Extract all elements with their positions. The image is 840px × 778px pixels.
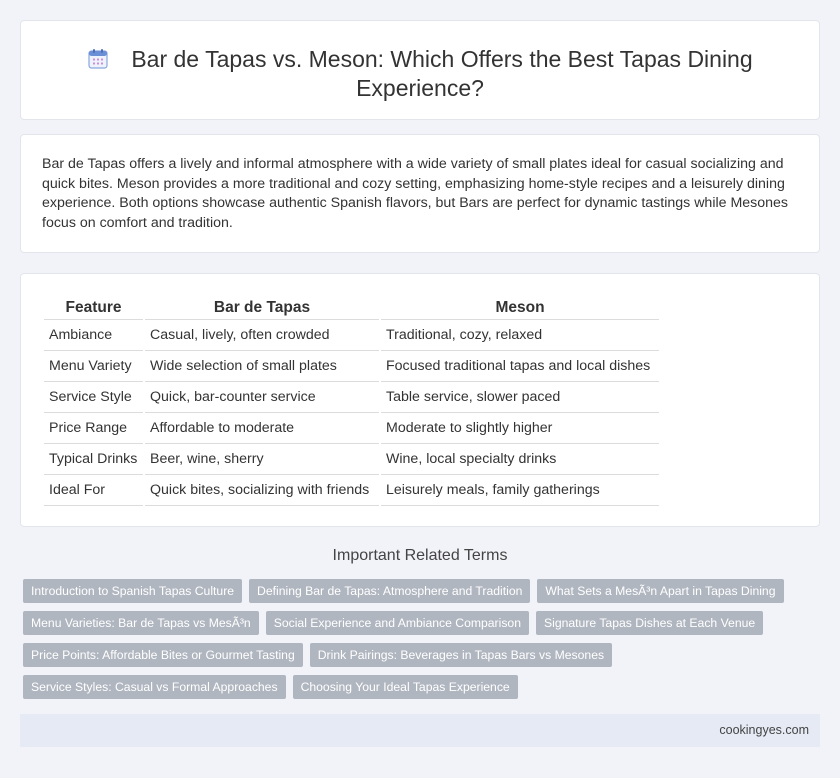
table-cell: Wine, local specialty drinks [381, 444, 659, 475]
related-term-tag[interactable]: Defining Bar de Tapas: Atmosphere and Tr… [249, 579, 531, 603]
table-cell: Table service, slower paced [381, 382, 659, 413]
intro-card: Bar de Tapas offers a lively and informa… [20, 134, 820, 253]
table-cell: Ideal For [44, 475, 143, 506]
table-header-bar-de-tapas: Bar de Tapas [145, 295, 379, 320]
table-cell: Casual, lively, often crowded [145, 320, 379, 351]
table-cell: Service Style [44, 382, 143, 413]
page-title-wrap: Bar de Tapas vs. Meson: Which Offers the… [61, 45, 779, 103]
related-term-tag[interactable]: Price Points: Affordable Bites or Gourme… [23, 643, 303, 667]
table-row: Menu Variety Wide selection of small pla… [44, 351, 659, 382]
table-cell: Beer, wine, sherry [145, 444, 379, 475]
related-terms-list: Introduction to Spanish Tapas Culture De… [23, 579, 813, 707]
tag-row: Menu Varieties: Bar de Tapas vs MesÃ³n S… [23, 611, 813, 635]
related-term-tag[interactable]: What Sets a MesÃ³n Apart in Tapas Dining [537, 579, 784, 603]
footer: cookingyes.com [20, 714, 820, 747]
related-term-tag[interactable]: Social Experience and Ambiance Compariso… [265, 611, 529, 635]
comparison-table: Feature Bar de Tapas Meson Ambiance Casu… [42, 295, 661, 506]
table-cell: Focused traditional tapas and local dish… [381, 351, 659, 382]
table-header-meson: Meson [381, 295, 659, 320]
table-cell: Ambiance [44, 320, 143, 351]
table-row: Ideal For Quick bites, socializing with … [44, 475, 659, 506]
related-terms-title: Important Related Terms [332, 547, 508, 564]
related-term-tag[interactable]: Drink Pairings: Beverages in Tapas Bars … [309, 643, 613, 667]
table-row: Ambiance Casual, lively, often crowded T… [44, 320, 659, 351]
related-term-tag[interactable]: Signature Tapas Dishes at Each Venue [535, 611, 764, 635]
table-cell: Traditional, cozy, relaxed [381, 320, 659, 351]
table-row: Typical Drinks Beer, wine, sherry Wine, … [44, 444, 659, 475]
table-cell: Leisurely meals, family gatherings [381, 475, 659, 506]
table-cell: Typical Drinks [44, 444, 143, 475]
related-term-tag[interactable]: Introduction to Spanish Tapas Culture [23, 579, 243, 603]
table-cell: Quick bites, socializing with friends [145, 475, 379, 506]
tag-row: Introduction to Spanish Tapas Culture De… [23, 579, 813, 603]
tag-row: Service Styles: Casual vs Formal Approac… [23, 675, 813, 699]
page-title: Bar de Tapas vs. Meson: Which Offers the… [131, 46, 753, 101]
related-term-tag[interactable]: Service Styles: Casual vs Formal Approac… [23, 675, 286, 699]
comparison-card: Feature Bar de Tapas Meson Ambiance Casu… [20, 273, 820, 527]
table-cell: Price Range [44, 413, 143, 444]
table-header-feature: Feature [44, 295, 143, 320]
table-cell: Affordable to moderate [145, 413, 379, 444]
calendar-icon [88, 49, 108, 69]
table-cell: Moderate to slightly higher [381, 413, 659, 444]
title-card: Bar de Tapas vs. Meson: Which Offers the… [20, 20, 820, 120]
related-term-tag[interactable]: Choosing Your Ideal Tapas Experience [292, 675, 518, 699]
table-row: Service Style Quick, bar-counter service… [44, 382, 659, 413]
footer-site-link[interactable]: cookingyes.com [719, 723, 809, 737]
table-header-row: Feature Bar de Tapas Meson [44, 295, 659, 320]
tag-row: Price Points: Affordable Bites or Gourme… [23, 643, 813, 667]
table-cell: Quick, bar-counter service [145, 382, 379, 413]
table-cell: Menu Variety [44, 351, 143, 382]
related-term-tag[interactable]: Menu Varieties: Bar de Tapas vs MesÃ³n [23, 611, 259, 635]
intro-paragraph: Bar de Tapas offers a lively and informa… [42, 156, 789, 231]
table-cell: Wide selection of small plates [145, 351, 379, 382]
table-row: Price Range Affordable to moderate Moder… [44, 413, 659, 444]
